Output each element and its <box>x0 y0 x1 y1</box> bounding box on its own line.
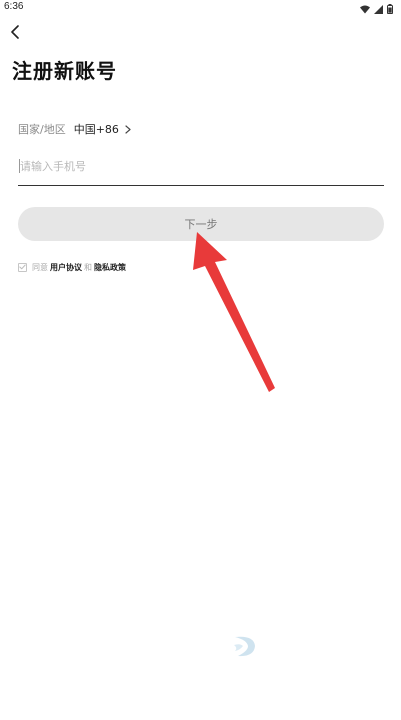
wifi-icon <box>360 0 370 18</box>
chevron-right-icon <box>125 124 131 134</box>
text-caret <box>19 159 20 173</box>
annotation-arrow-icon <box>193 232 275 392</box>
page-title: 注册新账号 <box>12 59 117 83</box>
region-row: 国家/地区 中国+86 <box>18 120 131 138</box>
status-icons <box>360 2 393 14</box>
chevron-left-icon <box>10 24 20 43</box>
agreement-joiner: 和 <box>84 262 92 272</box>
agreement-prefix: 同意 <box>32 262 48 272</box>
agreement-row: 同意 用户协议 和 隐私政策 <box>18 261 128 273</box>
phone-input[interactable] <box>18 152 384 180</box>
privacy-policy-link[interactable]: 隐私政策 <box>94 262 126 273</box>
check-icon <box>19 263 26 272</box>
signal-icon <box>374 0 383 18</box>
region-selector[interactable]: 中国+86 <box>74 121 131 137</box>
region-value: 中国+86 <box>73 123 119 136</box>
watermark-logo <box>232 628 362 664</box>
agreement-checkbox[interactable] <box>18 262 27 272</box>
status-time: 6:36 <box>4 1 24 12</box>
back-button[interactable] <box>4 22 26 44</box>
region-label: 国家/地区 <box>18 123 66 136</box>
user-agreement-link[interactable]: 用户协议 <box>50 262 82 273</box>
phone-field-container <box>18 152 384 186</box>
battery-icon <box>387 0 393 18</box>
status-bar: 6:36 <box>0 0 401 16</box>
watermark-swirl-icon <box>234 636 255 657</box>
